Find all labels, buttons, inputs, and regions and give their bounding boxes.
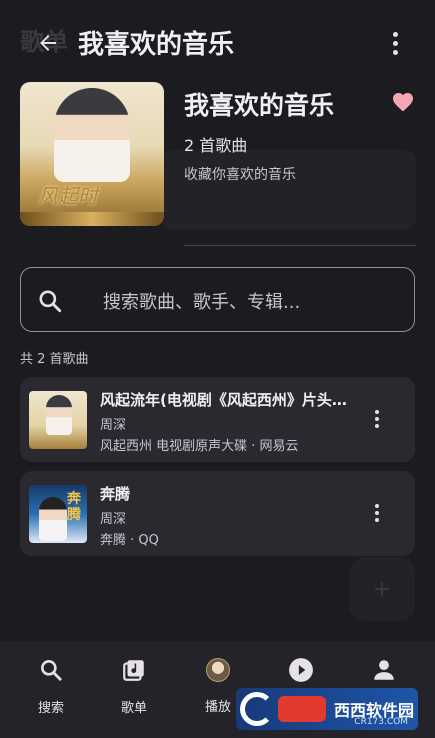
more-vert-icon-dot — [375, 417, 379, 421]
song-total-label: 共 2 首歌曲 — [20, 352, 89, 367]
person-icon — [374, 660, 394, 680]
album-art-portrait — [46, 395, 72, 435]
watermark-ring-icon — [240, 692, 274, 726]
heart-icon — [393, 93, 413, 112]
search-icon — [39, 290, 62, 313]
playlist-icon — [123, 660, 144, 681]
song-artist: 周深 — [100, 418, 127, 433]
add-button[interactable]: + — [349, 557, 415, 621]
cover-title-art: 风起时 — [38, 184, 98, 208]
song-more-button[interactable] — [369, 501, 385, 525]
divider — [184, 245, 416, 246]
song-title: 风起流年(电视剧《风起西州》片头曲) — [100, 391, 350, 409]
back-button[interactable] — [28, 26, 68, 60]
more-options-button[interactable] — [385, 28, 405, 58]
like-button[interactable] — [391, 90, 415, 112]
cover-decoration — [20, 212, 164, 226]
more-vert-icon — [375, 410, 379, 414]
background-card — [160, 150, 416, 230]
nav-item-playlists[interactable]: 歌单 — [104, 657, 164, 727]
song-album-source: 奔腾 · QQ — [100, 533, 159, 548]
song-more-button[interactable] — [369, 407, 385, 431]
playlist-cover: 风起时 — [20, 82, 164, 226]
more-vert-icon-dot — [392, 40, 398, 46]
arrow-back-icon — [40, 35, 56, 51]
now-playing-avatar — [206, 658, 230, 682]
search-field[interactable]: 搜索歌曲、歌手、专辑... — [20, 267, 415, 332]
cover-portrait — [54, 88, 130, 182]
watermark-red-badge — [278, 696, 326, 722]
nav-label: 歌单 — [120, 701, 147, 716]
album-art-text: 奔腾 — [67, 491, 81, 523]
nav-item-search[interactable]: 搜索 — [21, 657, 81, 727]
nav-label: 搜索 — [37, 701, 64, 716]
top-app-bar: 我喜欢的音乐 — [0, 0, 435, 88]
search-input[interactable]: 搜索歌曲、歌手、专辑... — [103, 288, 300, 314]
more-vert-icon — [392, 31, 398, 37]
more-vert-icon-dot — [392, 49, 398, 55]
list-item[interactable]: 风起流年(电视剧《风起西州》片头曲) 周深 风起西州 电视剧原声大碟 · 网易云 — [20, 377, 415, 462]
watermark-domain: CR173.COM — [354, 717, 408, 727]
playlist-song-count: 2 首歌曲 — [184, 136, 248, 155]
album-art — [29, 391, 87, 449]
list-item[interactable]: 奔腾 奔腾 周深 奔腾 · QQ — [20, 471, 415, 556]
more-vert-icon-dot — [375, 511, 379, 515]
more-vert-icon-dot — [375, 424, 379, 428]
watermark-logo: 西西软件园 CR173.COM — [236, 688, 418, 730]
play-icon — [289, 658, 313, 682]
song-artist: 周深 — [100, 512, 127, 527]
search-icon — [41, 660, 62, 681]
page-title: 我喜欢的音乐 — [78, 30, 235, 60]
more-vert-icon-dot — [375, 518, 379, 522]
album-art: 奔腾 — [29, 485, 87, 543]
album-art-portrait — [39, 497, 67, 541]
song-title: 奔腾 — [100, 485, 131, 503]
song-album-source: 风起西州 电视剧原声大碟 · 网易云 — [100, 439, 299, 454]
playlist-description: 收藏你喜欢的音乐 — [184, 167, 296, 183]
more-vert-icon — [375, 504, 379, 508]
playlist-name: 我喜欢的音乐 — [184, 91, 335, 120]
